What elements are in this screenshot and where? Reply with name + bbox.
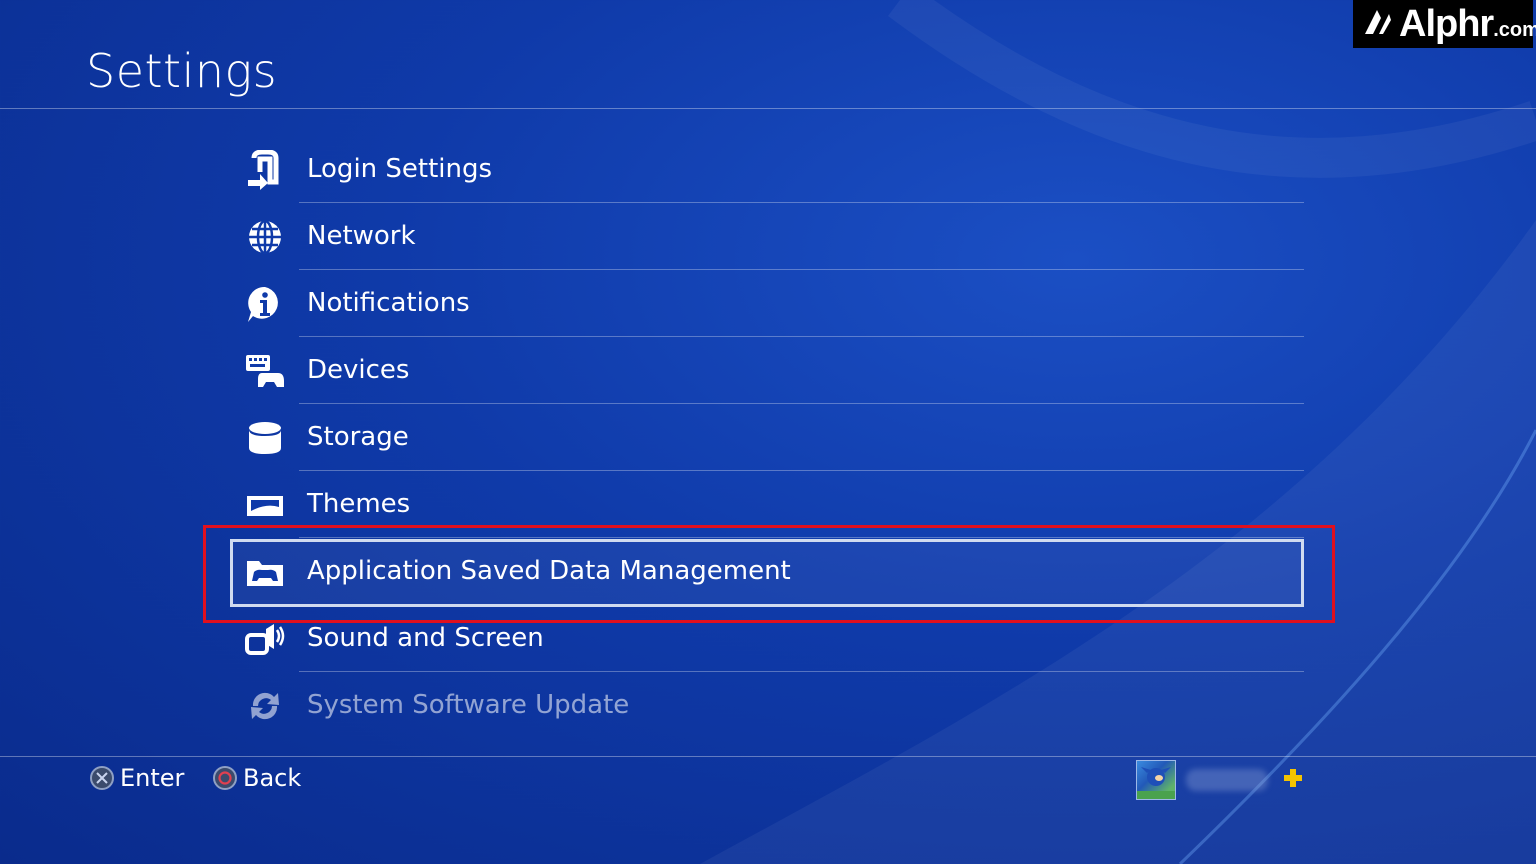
devices-icon	[244, 351, 286, 391]
menu-item-notifications[interactable]: Notifications	[230, 270, 1304, 337]
login-icon	[244, 149, 286, 190]
menu-item-label: Storage	[307, 422, 409, 452]
cross-button-icon	[90, 766, 114, 790]
globe-icon	[244, 217, 286, 257]
menu-item-storage[interactable]: Storage	[230, 404, 1304, 471]
menu-item-label: Notifications	[307, 288, 470, 318]
annotation-highlight-box	[203, 525, 1335, 623]
menu-item-label: Themes	[307, 489, 411, 519]
menu-item-system-software-update[interactable]: System Software Update	[230, 672, 1304, 739]
menu-item-label: Network	[307, 221, 416, 251]
back-label: Back	[243, 764, 302, 792]
menu-item-label: Login Settings	[307, 154, 493, 184]
footer-divider	[0, 756, 1536, 757]
page-title: Settings	[86, 44, 278, 98]
alphr-logo-icon	[1361, 6, 1393, 42]
back-hint[interactable]: Back	[213, 764, 301, 792]
settings-menu: Login Settings Network Notifications Dev…	[230, 136, 1304, 739]
header-divider	[0, 108, 1536, 109]
circle-button-icon	[213, 766, 237, 790]
menu-item-label: Sound and Screen	[307, 623, 544, 653]
menu-item-label: System Software Update	[307, 690, 630, 720]
logo-suffix: .com	[1493, 18, 1536, 41]
themes-icon	[244, 485, 286, 525]
storage-icon	[244, 418, 286, 458]
enter-hint[interactable]: Enter	[90, 764, 184, 792]
menu-item-login-settings[interactable]: Login Settings	[230, 136, 1304, 203]
alphr-logo: Alphr .com	[1353, 0, 1536, 48]
user-profile[interactable]	[1136, 760, 1304, 800]
refresh-icon	[244, 686, 286, 726]
avatar	[1136, 760, 1176, 800]
menu-item-devices[interactable]: Devices	[230, 337, 1304, 404]
menu-item-label: Devices	[307, 355, 410, 385]
enter-label: Enter	[120, 764, 185, 792]
logo-name: Alphr	[1399, 2, 1494, 45]
ps-plus-icon	[1282, 767, 1304, 793]
info-icon	[244, 284, 286, 324]
speaker-icon	[244, 619, 286, 659]
menu-item-network[interactable]: Network	[230, 203, 1304, 270]
username-obscured	[1186, 769, 1268, 791]
